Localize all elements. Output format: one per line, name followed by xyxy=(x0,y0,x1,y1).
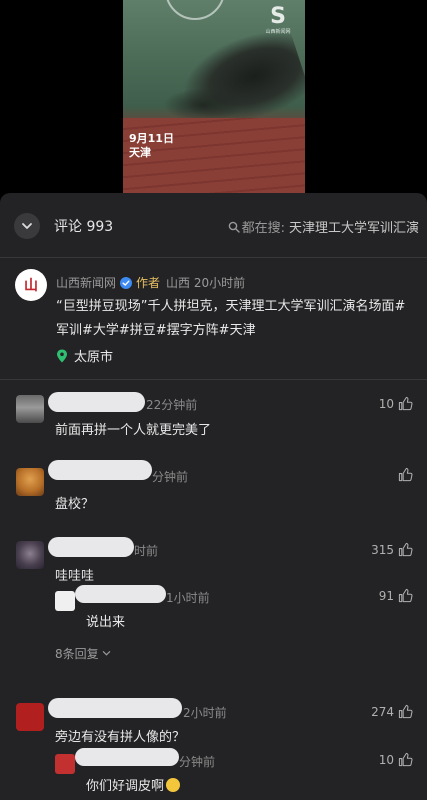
like-button[interactable]: 10 xyxy=(379,752,413,767)
video-date-caption: 9月11日 天津 xyxy=(129,132,174,159)
username[interactable] xyxy=(48,392,145,412)
video-player[interactable]: S 山西新闻网 9月11日 天津 xyxy=(0,0,427,193)
thumbs-up-icon xyxy=(398,542,413,557)
avatar[interactable] xyxy=(55,754,75,774)
account-name[interactable]: 山西新闻网 xyxy=(56,274,116,291)
comment-item: 2小时前 旁边有没有拼人像的？ 274 分钟前 你们好调皮啊 10 xyxy=(0,693,427,800)
post-caption: 山 山西新闻网 作者 山西 20小时前 “巨型拼豆现场”千人拼坦克，天津理工大学… xyxy=(0,257,427,381)
avatar[interactable] xyxy=(16,468,44,496)
search-icon xyxy=(228,221,240,233)
reply-time: 1小时前 xyxy=(166,591,210,605)
comment-text: 盘校？ xyxy=(55,497,95,512)
author-badge: 作者 xyxy=(136,276,161,290)
comment-time: 时前 xyxy=(134,544,159,558)
like-button[interactable] xyxy=(394,467,413,482)
like-button[interactable]: 10 xyxy=(379,396,413,411)
avatar[interactable] xyxy=(55,591,75,611)
reply-time: 分钟前 xyxy=(179,755,216,769)
chevron-down-icon xyxy=(22,223,32,229)
thumbs-up-icon xyxy=(398,704,413,719)
comment-sheet: 评论 993 都在搜: 天津理工大学军训汇演 山 山西新闻网 作者 山西 20小… xyxy=(0,193,427,800)
comment-time: 2小时前 xyxy=(183,706,227,720)
username[interactable] xyxy=(75,748,179,766)
comment-text: 旁边有没有拼人像的？ xyxy=(55,730,186,745)
view-more-replies[interactable]: 8条回复 xyxy=(55,645,111,662)
reply-text: 说出来 xyxy=(86,615,126,630)
avatar[interactable] xyxy=(16,703,44,731)
avatar[interactable] xyxy=(16,541,44,569)
username[interactable] xyxy=(75,585,166,603)
location-pin-icon xyxy=(57,349,67,362)
search-prefix: 都在搜: xyxy=(241,221,285,236)
username[interactable] xyxy=(48,698,182,718)
search-query: 天津理工大学军训汇演 xyxy=(288,221,419,236)
avatar[interactable]: 山 xyxy=(15,269,47,301)
thumbs-up-icon xyxy=(398,467,413,482)
location-tag[interactable]: 太原市 xyxy=(56,346,113,365)
thumbs-up-icon xyxy=(398,588,413,603)
comment-header: 评论 993 都在搜: 天津理工大学军训汇演 xyxy=(0,193,427,257)
comment-text: 哇哇哇 xyxy=(55,569,95,584)
video-frame[interactable]: S 山西新闻网 9月11日 天津 xyxy=(123,0,305,193)
collapse-button[interactable] xyxy=(14,213,40,239)
comment-item: 分钟前 盘校？ xyxy=(0,455,427,535)
like-button[interactable]: 91 xyxy=(379,588,413,603)
reply-text: 你们好调皮啊 xyxy=(86,775,181,794)
field-marking xyxy=(165,0,225,20)
username[interactable] xyxy=(48,460,152,480)
thumbs-up-icon xyxy=(398,752,413,767)
avatar[interactable] xyxy=(16,395,44,423)
comment-time: 22分钟前 xyxy=(146,398,198,412)
post-meta: 山西新闻网 作者 山西 20小时前 xyxy=(56,274,245,291)
post-text: “巨型拼豆现场”千人拼坦克，天津理工大学军训汇演名场面#军训#大学#拼豆#摆字方… xyxy=(56,299,406,338)
chevron-down-icon xyxy=(102,651,110,656)
trending-search-link[interactable]: 都在搜: 天津理工大学军训汇演 xyxy=(228,217,419,236)
verified-icon xyxy=(120,276,133,289)
comment-count: 评论 993 xyxy=(54,219,114,235)
like-button[interactable]: 315 xyxy=(371,542,413,557)
post-location-time: 山西 20小时前 xyxy=(166,276,246,290)
username[interactable] xyxy=(48,537,134,557)
thumbs-up-icon xyxy=(398,396,413,411)
like-button[interactable]: 274 xyxy=(371,704,413,719)
laughing-emoji-icon xyxy=(166,778,181,792)
comment-text: 前面再拼一个人就更完美了 xyxy=(55,423,212,438)
comment-item: 时前 哇哇哇 315 1小时前 说出来 91 8条回复 xyxy=(0,533,427,683)
comment-time: 分钟前 xyxy=(152,470,189,484)
news-logo: S 山西新闻网 xyxy=(265,4,291,36)
crowd-formation-2 xyxy=(163,88,243,122)
comment-item: 22分钟前 前面再拼一个人就更完美了 10 xyxy=(0,379,427,451)
